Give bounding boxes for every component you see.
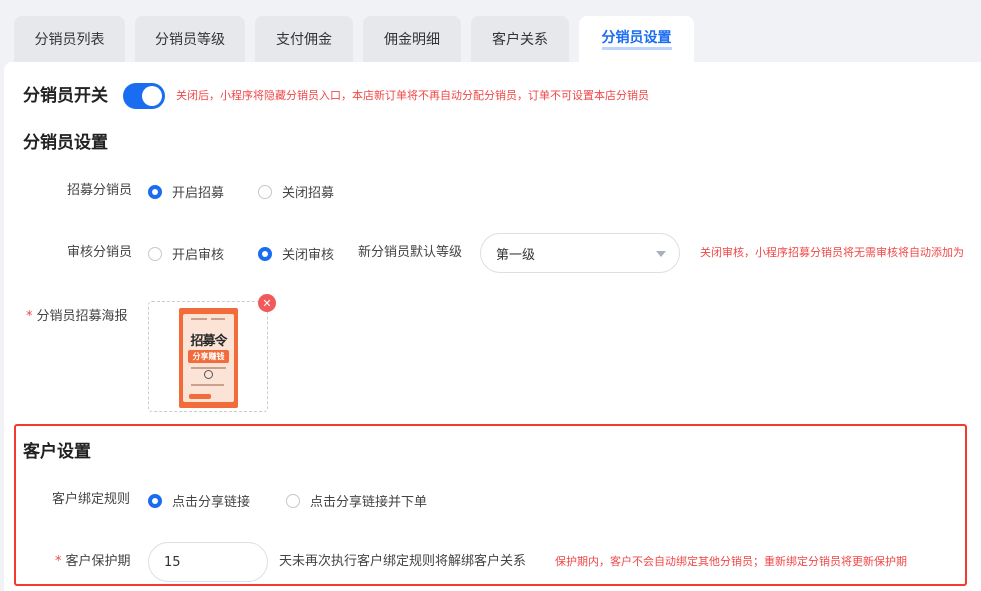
binding-click-link-order-radio[interactable]: 点击分享链接并下单 — [286, 491, 427, 510]
select-value: 第一级 — [496, 247, 536, 263]
radio-label: 关闭招募 — [282, 186, 335, 201]
radio-dot — [148, 184, 162, 199]
radio-dot — [258, 184, 272, 199]
poster-line — [191, 367, 226, 369]
recruit-label: 招募分销员 — [67, 183, 133, 198]
binding-rule-label: 客户绑定规则 — [52, 492, 131, 507]
radio-dot — [286, 493, 300, 508]
tab-label: 客户关系 — [492, 32, 548, 48]
protection-suffix: 天未再次执行客户绑定规则将解绑客户关系 — [279, 554, 527, 569]
required-mark: * — [55, 554, 62, 569]
default-level-select[interactable]: 第一级 — [480, 233, 680, 273]
smile-icon — [204, 370, 213, 379]
binding-click-link-radio[interactable]: 点击分享链接 — [148, 491, 250, 510]
tab-label: 分销员等级 — [155, 32, 225, 48]
review-close-radio[interactable]: 关闭审核 — [258, 244, 334, 263]
review-label: 审核分销员 — [67, 245, 133, 260]
tab-bar: 分销员列表 分销员等级 支付佣金 佣金明细 客户关系 分销员设置 — [14, 16, 704, 62]
poster-title: 招募令 — [190, 334, 227, 349]
tab-label: 佣金明细 — [384, 32, 440, 48]
tab-customer-relations[interactable]: 客户关系 — [471, 16, 569, 62]
tab-label: 分销员设置 — [601, 29, 672, 50]
input-value: 15 — [164, 554, 181, 570]
radio-dot — [258, 246, 272, 261]
radio-label: 开启审核 — [172, 248, 225, 263]
default-level-label: 新分销员默认等级 — [358, 245, 463, 260]
tab-pay-commission[interactable]: 支付佣金 — [255, 16, 353, 62]
switch-note: 关闭后，小程序将隐藏分销员入口，本店新订单将不再自动分配分销员，订单不可设置本店… — [176, 89, 649, 102]
review-note: 关闭审核，小程序招募分销员将无需审核将自动添加为 — [700, 246, 964, 259]
distributor-switch-title: 分销员开关 — [23, 86, 108, 106]
radio-dot — [148, 493, 162, 508]
recruit-open-radio[interactable]: 开启招募 — [148, 182, 224, 201]
tab-distributor-list[interactable]: 分销员列表 — [14, 16, 125, 62]
distributor-settings-title: 分销员设置 — [23, 133, 108, 153]
radio-label: 点击分享链接并下单 — [310, 495, 428, 510]
tab-distributor-settings[interactable]: 分销员设置 — [579, 16, 694, 62]
customer-settings-title: 客户设置 — [23, 442, 91, 462]
radio-label: 点击分享链接 — [172, 495, 251, 510]
recruitment-poster-image: 招募令 分享赚钱 — [179, 308, 238, 408]
poster-button-shape — [189, 394, 211, 399]
distributor-switch-toggle[interactable] — [123, 83, 165, 109]
protection-note: 保护期内，客户不会自动绑定其他分销员；重新绑定分销员将更新保护期 — [555, 555, 907, 568]
recruit-close-radio[interactable]: 关闭招募 — [258, 182, 334, 201]
protection-label-text: 客户保护期 — [65, 554, 131, 569]
tab-distributor-level[interactable]: 分销员等级 — [135, 16, 245, 62]
radio-dot — [148, 246, 162, 261]
protection-period-input[interactable]: 15 — [148, 542, 268, 582]
poster-subtitle: 分享赚钱 — [188, 350, 229, 363]
radio-label: 开启招募 — [172, 186, 225, 201]
close-icon[interactable]: ✕ — [258, 294, 276, 312]
required-mark: * — [26, 309, 33, 324]
protection-period-label: * 客户保护期 — [55, 553, 131, 571]
toggle-knob — [142, 86, 162, 106]
poster-label-text: 分销员招募海报 — [36, 309, 128, 324]
poster-line — [191, 318, 207, 320]
review-open-radio[interactable]: 开启审核 — [148, 244, 224, 263]
tab-commission-detail[interactable]: 佣金明细 — [363, 16, 461, 62]
tab-label: 支付佣金 — [276, 32, 332, 48]
radio-label: 关闭审核 — [282, 248, 335, 263]
poster-line — [211, 318, 225, 320]
poster-line — [191, 384, 224, 386]
tab-label: 分销员列表 — [34, 32, 105, 48]
poster-inner: 招募令 分享赚钱 — [183, 314, 234, 402]
chevron-down-icon — [656, 251, 666, 257]
poster-upload-box[interactable]: 招募令 分享赚钱 — [148, 301, 268, 412]
poster-label: * 分销员招募海报 — [26, 308, 128, 326]
